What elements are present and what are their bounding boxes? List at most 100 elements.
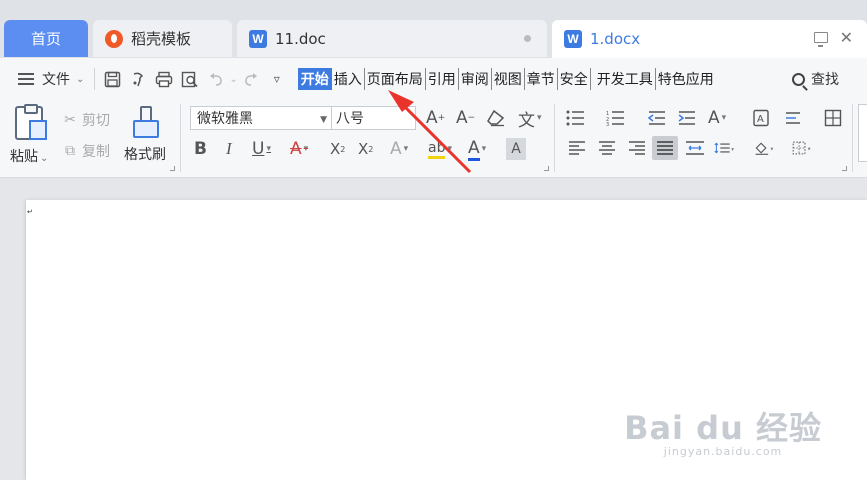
chevron-down-icon: ⌄ — [76, 73, 85, 85]
clipboard-icon — [15, 104, 48, 140]
strikethrough-icon[interactable]: A ▾ — [290, 138, 308, 160]
copy-button[interactable]: ⧉ 复制 — [62, 141, 110, 161]
font-size-value: 八号 — [336, 111, 364, 127]
undo-dropdown-icon[interactable]: ⌄ — [229, 74, 237, 85]
borders-icon[interactable]: ▾ — [792, 138, 814, 158]
file-menu-button[interactable]: 文件 ⌄ — [12, 67, 90, 91]
menu-tab-page-layout[interactable]: 页面布局 — [365, 68, 426, 90]
font-size-select[interactable]: 八号 — [332, 106, 416, 130]
align-justify-icon[interactable] — [652, 136, 678, 160]
char-shading-icon[interactable]: A — [506, 138, 526, 160]
format-painter-label: 格式刷 — [124, 147, 166, 163]
chevron-down-icon: ⌄ — [40, 153, 49, 164]
font-color-icon[interactable]: A ▾ — [468, 138, 486, 161]
line-spacing-icon[interactable]: ▾ — [714, 138, 736, 158]
phonetic-guide-icon[interactable]: 文 ▾ — [518, 107, 542, 131]
dialog-launcher-icon[interactable] — [544, 166, 549, 171]
svg-text:▾: ▾ — [771, 146, 774, 152]
cut-label: 剪切 — [82, 113, 110, 129]
watermark-main: Bai du 经验 — [624, 409, 822, 447]
word-doc-icon: W — [564, 30, 582, 48]
shading-fill-icon[interactable]: ▾ — [754, 138, 776, 158]
menu-tab-insert[interactable]: 插入 — [332, 68, 365, 90]
caret-down-icon: ▼ — [320, 115, 327, 125]
superscript-icon[interactable]: X2 — [330, 138, 345, 160]
format-clean-icon[interactable] — [127, 68, 149, 90]
tab-document-11-label: 11.doc — [275, 29, 326, 48]
menu-tab-start[interactable]: 开始 — [297, 68, 332, 90]
copy-icon: ⧉ — [65, 143, 75, 159]
align-center-icon[interactable] — [596, 138, 618, 158]
divider — [180, 104, 181, 172]
tab-document-1[interactable]: W 1.docx ✕ — [552, 20, 867, 58]
redo-icon[interactable] — [240, 68, 262, 90]
highlight-icon[interactable]: ab ▾ — [428, 138, 452, 160]
text-effect-icon[interactable]: A ▾ — [390, 138, 408, 160]
tab-home[interactable]: 首页 — [4, 20, 88, 57]
svg-text:▾: ▾ — [808, 146, 811, 152]
window-mode-icon[interactable] — [813, 32, 828, 47]
undo-icon[interactable] — [205, 68, 227, 90]
unsaved-dot-icon — [524, 35, 531, 42]
scissors-icon: ✂ — [64, 112, 76, 128]
ribbon: 粘贴 ⌄ ✂ 剪切 ⧉ 复制 格式刷 微软雅黑 ▼ 八号 A + A − 文 ▾ B I… — [0, 100, 867, 178]
divider — [94, 68, 96, 90]
customize-quick-access-icon[interactable]: ▿ — [266, 68, 288, 90]
print-icon[interactable] — [153, 68, 175, 90]
save-icon[interactable] — [101, 68, 123, 90]
subscript-icon[interactable]: X2 — [358, 138, 373, 160]
increase-indent-icon[interactable] — [676, 108, 698, 128]
styles-gallery[interactable] — [858, 104, 867, 162]
paste-label-text: 粘贴 — [10, 149, 38, 165]
numbered-list-icon[interactable]: 123 — [606, 108, 628, 128]
align-right-icon[interactable] — [626, 138, 648, 158]
file-menu-label: 文件 — [42, 72, 70, 88]
menu-tab-developer[interactable]: 开发工具 — [591, 68, 656, 90]
align-left-icon[interactable] — [566, 138, 588, 158]
font-name-value: 微软雅黑 — [197, 111, 253, 127]
menu-tabs: 开始 插入 页面布局 引用 审阅 视图 章节 安全 开发工具 特色应用 — [297, 68, 716, 90]
paragraph-spacing-icon[interactable] — [784, 108, 806, 128]
copy-label: 复制 — [82, 144, 110, 160]
paste-label: 粘贴 ⌄ — [10, 146, 48, 166]
paragraph-mark: ↵ — [27, 208, 33, 216]
bullet-list-icon[interactable] — [566, 108, 588, 128]
font-name-select[interactable]: 微软雅黑 ▼ — [190, 106, 332, 130]
grow-font-icon[interactable]: A + — [426, 107, 445, 129]
clear-format-icon[interactable] — [486, 107, 506, 129]
change-case-icon[interactable]: A ▾ — [708, 107, 726, 129]
menu-tab-review[interactable]: 审阅 — [459, 68, 492, 90]
search-label: 查找 — [811, 72, 839, 88]
close-tab-icon[interactable]: ✕ — [840, 30, 853, 46]
chinese-layout-icon[interactable]: A — [750, 108, 772, 128]
menu-tab-view[interactable]: 视图 — [492, 68, 525, 90]
menu-tab-references[interactable]: 引用 — [426, 68, 459, 90]
underline-icon[interactable]: U ▾ — [252, 138, 271, 160]
daoke-logo-icon — [105, 29, 123, 48]
tab-daoke-templates[interactable]: 稻壳模板 — [93, 20, 232, 57]
paste-button[interactable]: 粘贴 ⌄ — [10, 104, 48, 166]
table-tools-icon[interactable] — [822, 108, 844, 128]
tab-document-1-label: 1.docx — [590, 30, 641, 48]
menu-tab-security[interactable]: 安全 — [558, 68, 591, 90]
svg-text:A: A — [757, 114, 764, 125]
divider — [852, 104, 853, 172]
italic-icon[interactable]: I — [226, 138, 232, 160]
dialog-launcher-icon[interactable] — [170, 166, 175, 171]
format-painter-button[interactable]: 格式刷 — [124, 106, 166, 164]
tab-document-11[interactable]: W 11.doc — [237, 20, 547, 57]
dialog-launcher-icon[interactable] — [842, 166, 847, 171]
print-preview-icon[interactable] — [179, 68, 201, 90]
menu-bar: 文件 ⌄ ⌄ ▿ 开始 插入 页面布局 引用 审阅 视图 章节 安全 开发工具 … — [0, 58, 867, 100]
decrease-indent-icon[interactable] — [646, 108, 668, 128]
search-icon — [792, 72, 805, 86]
menu-tab-chapter[interactable]: 章节 — [525, 68, 558, 90]
shrink-font-icon[interactable]: A − — [456, 107, 475, 129]
search-button[interactable]: 查找 — [786, 67, 845, 91]
tab-home-label: 首页 — [30, 30, 61, 48]
menu-tab-special[interactable]: 特色应用 — [656, 68, 716, 90]
tab-bar: 首页 稻壳模板 W 11.doc W 1.docx ✕ — [0, 0, 867, 58]
distributed-align-icon[interactable] — [684, 138, 706, 158]
bold-icon[interactable]: B — [194, 138, 207, 160]
cut-button[interactable]: ✂ 剪切 — [62, 110, 110, 130]
